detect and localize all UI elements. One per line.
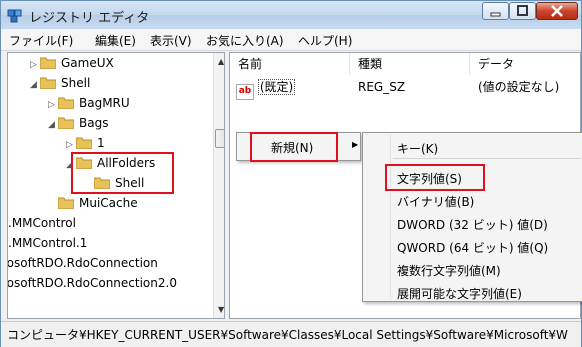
tree-item-bagmru[interactable]: ▷ BagMRU [48, 93, 130, 113]
tree-item-rdoconnection[interactable]: rosoftRDO.RdoConnection [7, 253, 158, 273]
maximize-button[interactable] [509, 2, 536, 20]
menu-edit[interactable]: 編集(E) [95, 32, 136, 49]
tree-item-shell[interactable]: ◢ Shell [30, 73, 90, 93]
status-bar: コンピュータ¥HKEY_CURRENT_USER¥Software¥Classe… [1, 321, 581, 347]
new-submenu: キー(K) 文字列値(S) バイナリ値(B) DWORD (32 ビット) 値(… [362, 132, 582, 302]
tree-item-label: .MMControl.1 [8, 236, 88, 250]
tree-item-bags[interactable]: ◢ Bags [48, 113, 108, 133]
tree-scrollbar[interactable]: ▲ ▼ [213, 53, 224, 318]
folder-open-icon [40, 77, 56, 89]
column-header-name[interactable]: 名前 [230, 53, 350, 75]
tree-item-label: BagMRU [79, 96, 130, 110]
value-type: REG_SZ [358, 80, 406, 94]
tree-item-label: rosoftRDO.RdoConnection2.0 [7, 276, 177, 290]
tree-item-label: .MMControl [8, 216, 76, 230]
collapse-arrow-icon[interactable]: ◢ [30, 75, 40, 95]
menu-separator [393, 158, 581, 159]
value-data: (値の設定なし) [478, 80, 560, 94]
minimize-button[interactable] [482, 2, 509, 20]
close-icon [551, 5, 563, 17]
scroll-thumb[interactable] [215, 129, 224, 148]
menu-view[interactable]: 表示(V) [150, 32, 192, 49]
maximize-icon [517, 5, 528, 16]
folder-icon [58, 197, 74, 209]
minimize-icon [490, 12, 501, 17]
menu-item-dword-value[interactable]: DWORD (32 ビット) 値(D) [397, 216, 548, 233]
tree-item-label: MuiCache [79, 196, 138, 210]
string-value-icon: ab [236, 84, 254, 100]
column-header-type[interactable]: 種類 [350, 53, 470, 75]
window-title: レジストリ エディタ [29, 11, 150, 26]
title-bar[interactable]: レジストリ エディタ [1, 1, 581, 29]
folder-icon [76, 137, 92, 149]
value-name: (既定) [257, 79, 296, 95]
expand-arrow-icon[interactable]: ▷ [30, 55, 40, 75]
value-row[interactable]: ab (既定) [236, 76, 296, 100]
folder-icon [40, 57, 56, 69]
tree-item-muicache[interactable]: MuiCache [58, 193, 138, 213]
column-header-data[interactable]: データ [470, 53, 580, 75]
tree-item-label: 1 [97, 136, 105, 150]
tree-item-label: GameUX [61, 56, 114, 70]
submenu-arrow-icon: ▶ [352, 140, 359, 149]
status-path: コンピュータ¥HKEY_CURRENT_USER¥Software¥Classe… [7, 328, 568, 342]
close-button[interactable] [536, 2, 578, 20]
tree-item-1[interactable]: ▷ 1 [66, 133, 105, 153]
scroll-down-icon[interactable]: ▼ [218, 305, 224, 314]
folder-open-icon [58, 117, 74, 129]
tree-item-gameux[interactable]: ▷ GameUX [30, 53, 114, 73]
menu-favorites[interactable]: お気に入り(A) [206, 32, 284, 49]
highlight-box-string-value [385, 164, 485, 191]
highlight-box-new [250, 132, 338, 162]
expand-arrow-icon[interactable]: ▷ [48, 95, 58, 115]
tree-item-mmcontrol[interactable]: .MMControl [8, 213, 76, 233]
tree-item-label: Shell [61, 76, 91, 90]
menu-gutter [390, 135, 391, 299]
menu-item-key[interactable]: キー(K) [397, 140, 438, 157]
tree-item-label: rosoftRDO.RdoConnection [7, 256, 158, 270]
menu-file[interactable]: ファイル(F) [9, 32, 73, 49]
scroll-up-icon[interactable]: ▲ [218, 57, 224, 66]
menu-item-multi-string-value[interactable]: 複数行文字列値(M) [397, 262, 501, 279]
tree-item-rdoconnection2[interactable]: rosoftRDO.RdoConnection2.0 [7, 273, 177, 293]
tree-item-label: Bags [79, 116, 109, 130]
regedit-icon [7, 9, 22, 23]
menu-item-expandable-string-value[interactable]: 展開可能な文字列値(E) [397, 285, 522, 302]
folder-icon [58, 97, 74, 109]
menu-bar: ファイル(F) 編集(E) 表示(V) お気に入り(A) ヘルプ(H) [1, 29, 581, 51]
collapse-arrow-icon[interactable]: ◢ [48, 115, 58, 135]
highlight-box-allfolders [71, 152, 174, 194]
tree-item-mmcontrol-1[interactable]: .MMControl.1 [8, 233, 87, 253]
menu-item-qword-value[interactable]: QWORD (64 ビット) 値(Q) [397, 239, 548, 256]
menu-item-binary-value[interactable]: バイナリ値(B) [397, 193, 474, 210]
menu-help[interactable]: ヘルプ(H) [298, 32, 352, 49]
registry-editor-window: レジストリ エディタ ファイル(F) 編集(E) 表示(V) お気に入り(A) … [0, 0, 582, 347]
